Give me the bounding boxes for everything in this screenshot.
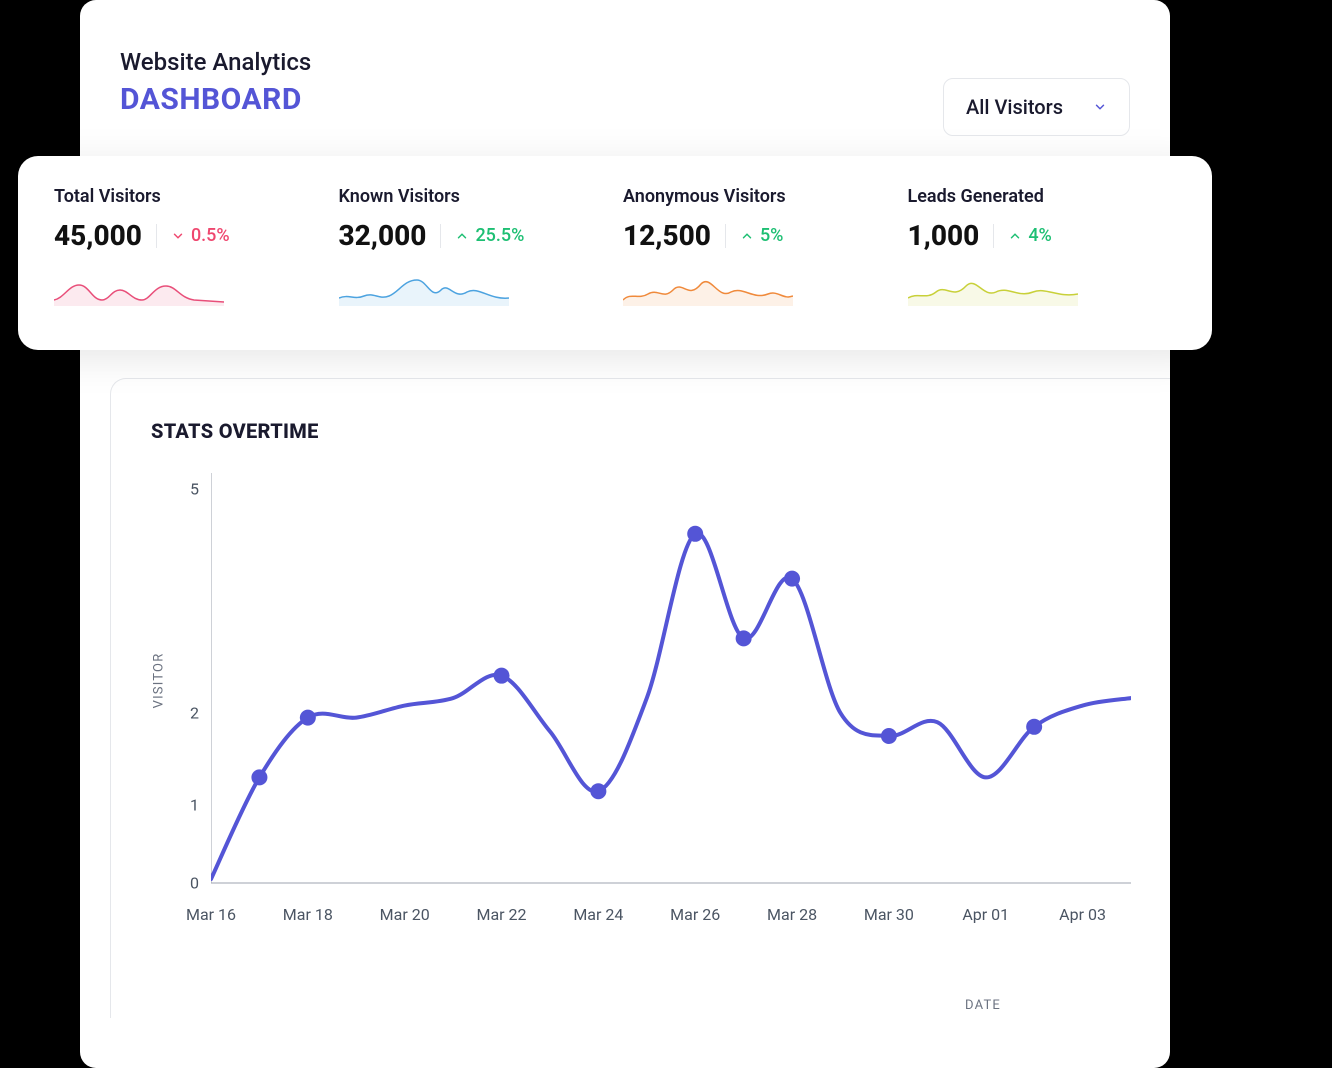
y-tick: 1 <box>169 796 199 815</box>
chevron-up-icon <box>455 229 469 243</box>
stat-value-row: 45,000 0.5% <box>54 219 319 252</box>
header-row: Website Analytics DASHBOARD All Visitors <box>120 48 1130 136</box>
title-block: Website Analytics DASHBOARD <box>120 48 311 117</box>
stat-change: 4% <box>1008 225 1051 246</box>
stat-value: 45,000 <box>54 219 142 252</box>
stat-known-visitors: Known Visitors 32,000 25.5% <box>339 186 624 330</box>
stat-label: Known Visitors <box>339 186 604 207</box>
x-axis-label: DATE <box>965 998 1001 1013</box>
x-tick: Mar 16 <box>186 905 236 924</box>
x-tick: Mar 18 <box>283 905 333 924</box>
x-tick: Apr 03 <box>1059 905 1106 924</box>
stat-change: 25.5% <box>455 225 524 246</box>
stat-change-text: 0.5% <box>191 225 230 246</box>
chart-area: VISITOR DATE 0125 Mar 16Mar 18Mar 20Mar … <box>151 463 1131 963</box>
stat-anonymous-visitors: Anonymous Visitors 12,500 5% <box>623 186 908 330</box>
stat-change: 0.5% <box>171 225 230 246</box>
line-chart <box>211 473 1131 893</box>
divider <box>156 224 157 248</box>
stats-overtime-panel: STATS OVERTIME VISITOR DATE 0 1 2 5 Mar 16 M… <box>110 378 1170 1018</box>
sparkline-total <box>54 270 224 306</box>
stat-label: Total Visitors <box>54 186 319 207</box>
x-tick: Mar 30 <box>864 905 914 924</box>
sparkline-known <box>339 270 509 306</box>
stats-row: Total Visitors 45,000 0.5% Known Visitor… <box>18 156 1212 350</box>
y-tick: 5 <box>169 480 199 499</box>
stat-change-text: 25.5% <box>475 225 524 246</box>
stat-change-text: 5% <box>760 225 783 246</box>
stat-value: 32,000 <box>339 219 427 252</box>
chart-title: STATS OVERTIME <box>151 419 1170 443</box>
page-subtitle: Website Analytics <box>120 48 311 76</box>
divider <box>440 224 441 248</box>
stat-value-row: 12,500 5% <box>623 219 888 252</box>
stat-value-row: 32,000 25.5% <box>339 219 604 252</box>
stat-value: 12,500 <box>623 219 711 252</box>
x-tick: Mar 28 <box>767 905 817 924</box>
x-tick: Apr 01 <box>962 905 1009 924</box>
chevron-up-icon <box>740 229 754 243</box>
sparkline-leads <box>908 270 1078 306</box>
sparkline-anonymous <box>623 270 793 306</box>
stat-label: Leads Generated <box>908 186 1173 207</box>
dropdown-label: All Visitors <box>966 95 1063 119</box>
x-tick: Mar 24 <box>573 905 623 924</box>
x-tick: Mar 26 <box>670 905 720 924</box>
stat-change: 5% <box>740 225 783 246</box>
visitor-filter-dropdown[interactable]: All Visitors <box>943 78 1130 136</box>
x-tick: Mar 20 <box>380 905 430 924</box>
y-axis-label: VISITOR <box>151 653 166 709</box>
chevron-down-icon <box>1093 100 1107 114</box>
stat-leads-generated: Leads Generated 1,000 4% <box>908 186 1193 330</box>
stat-total-visitors: Total Visitors 45,000 0.5% <box>54 186 339 330</box>
divider <box>725 224 726 248</box>
divider <box>993 224 994 248</box>
stat-value: 1,000 <box>908 219 980 252</box>
stat-label: Anonymous Visitors <box>623 186 888 207</box>
x-tick: Mar 22 <box>476 905 526 924</box>
y-tick: 2 <box>169 704 199 723</box>
stat-value-row: 1,000 4% <box>908 219 1173 252</box>
chevron-up-icon <box>1008 229 1022 243</box>
y-tick: 0 <box>169 874 199 893</box>
page-title: DASHBOARD <box>120 82 311 117</box>
chevron-down-icon <box>171 229 185 243</box>
stat-change-text: 4% <box>1028 225 1051 246</box>
